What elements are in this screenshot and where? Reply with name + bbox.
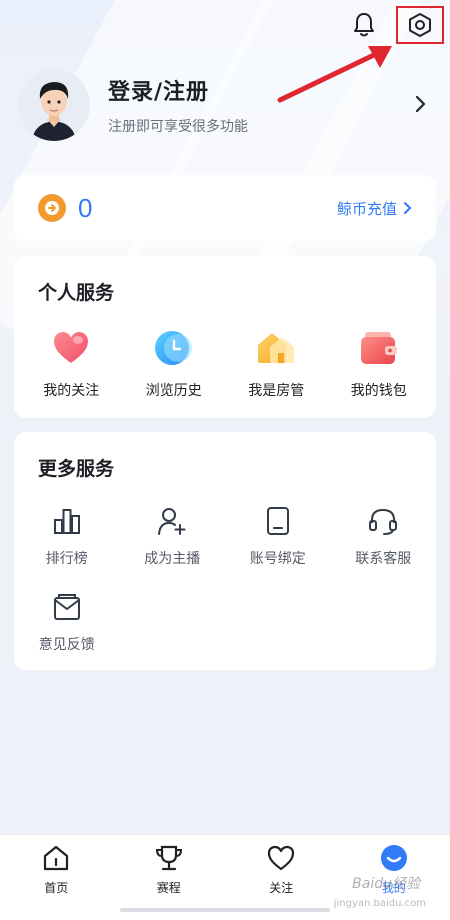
profile-icon — [378, 843, 410, 873]
wallet-card: 0 鲸币充值 — [14, 175, 436, 241]
service-my-follows[interactable]: 我的关注 — [21, 328, 121, 400]
service-label: 排行榜 — [45, 551, 88, 567]
recharge-label: 鲸币充值 — [336, 199, 397, 218]
clock-icon — [154, 328, 194, 368]
service-become-streamer[interactable]: 成为主播 — [120, 504, 226, 568]
service-label: 联系客服 — [355, 551, 412, 567]
watermark: Baidu经验 — [352, 876, 420, 892]
house-icon — [256, 328, 296, 368]
feedback-icon — [50, 590, 84, 624]
service-label: 我的钱包 — [350, 383, 407, 399]
tab-label: 赛程 — [156, 881, 181, 895]
section-title: 更多服务 — [38, 458, 115, 480]
service-label: 成为主播 — [144, 551, 201, 567]
header-actions — [346, 6, 444, 44]
login-subtitle: 注册即可享受很多功能 — [108, 119, 248, 135]
profile-header[interactable]: 登录/注册 注册即可享受很多功能 — [18, 69, 438, 141]
add-user-icon — [155, 504, 189, 538]
watermark-url: jingyan.baidu.com — [333, 898, 426, 909]
service-account-binding[interactable]: 账号绑定 — [225, 504, 331, 568]
service-label: 我的关注 — [43, 383, 100, 399]
home-icon — [40, 843, 72, 873]
service-wallet[interactable]: 我的钱包 — [329, 328, 429, 400]
service-feedback[interactable]: 意见反馈 — [14, 590, 120, 654]
tab-label: 首页 — [44, 881, 69, 895]
trophy-icon — [153, 843, 185, 873]
tablet-icon — [261, 504, 295, 538]
headset-icon — [366, 504, 400, 538]
settings-icon[interactable] — [407, 12, 433, 38]
avatar[interactable] — [18, 69, 90, 141]
service-customer-support[interactable]: 联系客服 — [331, 504, 437, 568]
chevron-right-icon[interactable] — [414, 94, 428, 118]
coin-icon — [38, 194, 66, 222]
settings-highlight-box — [396, 6, 444, 44]
service-label: 账号绑定 — [249, 551, 306, 567]
heart-icon — [51, 328, 91, 368]
service-ranking[interactable]: 排行榜 — [14, 504, 120, 568]
service-room-manager[interactable]: 我是房管 — [226, 328, 326, 400]
personal-services-card: 个人服务 我的关注 浏览历史 我是房管 我的钱包 — [14, 256, 436, 418]
tab-home[interactable]: 首页 — [0, 835, 113, 920]
chevron-right-icon — [404, 202, 412, 214]
service-label: 我是房管 — [248, 383, 305, 399]
wallet-icon — [359, 328, 399, 368]
recharge-link[interactable]: 鲸币充值 — [337, 198, 412, 219]
section-title: 个人服务 — [38, 282, 115, 304]
ranking-icon — [50, 504, 84, 538]
bell-icon[interactable] — [346, 7, 382, 43]
service-history[interactable]: 浏览历史 — [124, 328, 224, 400]
more-services-card: 更多服务 排行榜 成为主播 账号绑定 联系客服 意见反馈 — [14, 432, 436, 670]
service-label: 浏览历史 — [145, 383, 202, 399]
home-indicator — [120, 908, 330, 912]
login-title[interactable]: 登录/注册 — [108, 74, 248, 106]
service-label: 意见反馈 — [38, 637, 95, 653]
heart-outline-icon — [265, 843, 297, 873]
coin-count: 0 — [78, 192, 93, 223]
tab-label: 关注 — [269, 881, 294, 895]
